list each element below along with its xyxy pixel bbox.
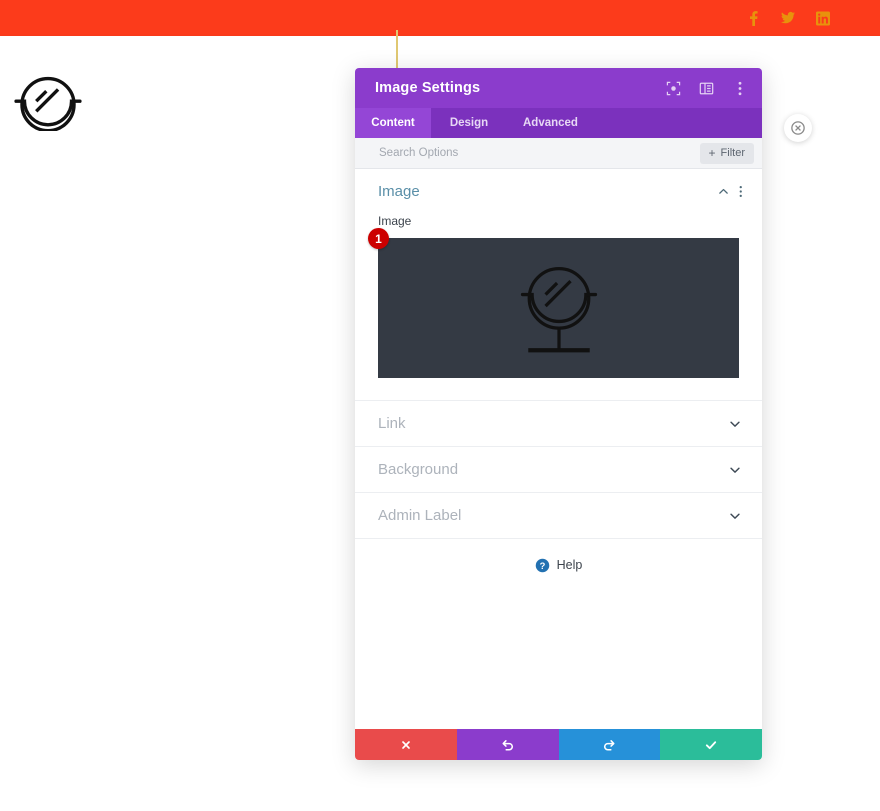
modal-footer xyxy=(355,729,762,760)
section-image-content: Image 1 xyxy=(355,214,762,400)
module-connector-line xyxy=(396,30,398,70)
image-preview-wrapper: 1 xyxy=(368,228,739,378)
section-link-title: Link xyxy=(378,415,406,432)
save-button[interactable] xyxy=(660,729,762,760)
section-background-header[interactable]: Background xyxy=(355,447,762,492)
section-background: Background xyxy=(355,447,762,493)
image-settings-modal: Image Settings Content Design Advanced S… xyxy=(355,68,812,760)
section-link: Link xyxy=(355,401,762,447)
section-admin-label: Admin Label xyxy=(355,493,762,539)
section-admin-label-icons xyxy=(728,509,742,523)
svg-text:?: ? xyxy=(539,560,545,570)
cancel-button[interactable] xyxy=(355,729,457,760)
chevron-down-icon[interactable] xyxy=(728,509,742,523)
help-button[interactable]: ? Help xyxy=(355,539,762,591)
help-label: Help xyxy=(556,558,583,572)
modal-close-button[interactable] xyxy=(784,114,812,142)
section-image-icons xyxy=(717,185,743,198)
redo-button[interactable] xyxy=(558,729,661,760)
linkedin-icon[interactable] xyxy=(816,10,830,26)
modal-title: Image Settings xyxy=(375,80,481,96)
vertical-dots-icon[interactable] xyxy=(731,80,748,97)
question-circle-icon: ? xyxy=(535,558,550,573)
social-icon-list xyxy=(746,10,830,26)
check-icon xyxy=(706,740,717,749)
chevron-down-icon[interactable] xyxy=(728,417,742,431)
section-link-header[interactable]: Link xyxy=(355,401,762,446)
tab-advanced[interactable]: Advanced xyxy=(507,108,594,138)
step-badge: 1 xyxy=(368,228,389,249)
undo-icon xyxy=(502,739,513,751)
undo-button[interactable] xyxy=(456,729,559,760)
modal-body: Image Image 1 Link Background Admin Labe… xyxy=(355,169,762,729)
modal-tab-bar: Content Design Advanced xyxy=(355,108,762,138)
plus-icon: + xyxy=(708,146,716,160)
facebook-icon[interactable] xyxy=(746,10,760,26)
section-background-icons xyxy=(728,463,742,477)
filter-button-label: Filter xyxy=(720,147,745,159)
image-preview[interactable] xyxy=(378,238,739,378)
close-icon xyxy=(402,740,410,749)
section-background-title: Background xyxy=(378,461,459,478)
section-image-header[interactable]: Image xyxy=(355,169,762,214)
section-link-icons xyxy=(728,417,742,431)
search-input[interactable] xyxy=(379,147,700,159)
image-field-label: Image xyxy=(378,214,412,228)
section-admin-label-title: Admin Label xyxy=(378,507,462,524)
section-image-title: Image xyxy=(378,183,420,200)
tab-content[interactable]: Content xyxy=(355,108,431,138)
section-admin-label-header[interactable]: Admin Label xyxy=(355,493,762,538)
modal-header: Image Settings xyxy=(355,68,762,108)
modal-header-actions xyxy=(665,80,748,97)
filter-button[interactable]: + Filter xyxy=(699,142,754,164)
chevron-up-icon[interactable] xyxy=(717,185,730,198)
tab-design[interactable]: Design xyxy=(431,108,507,138)
twitter-icon[interactable] xyxy=(781,10,795,26)
chevron-down-icon[interactable] xyxy=(728,463,742,477)
section-image: Image Image 1 xyxy=(355,169,762,401)
panel-layout-icon[interactable] xyxy=(698,80,715,97)
search-options-row: + Filter xyxy=(355,138,762,169)
redo-icon xyxy=(604,739,615,751)
site-top-bar xyxy=(0,0,880,36)
vertical-dots-icon[interactable] xyxy=(739,185,743,198)
focus-icon[interactable] xyxy=(665,80,682,97)
